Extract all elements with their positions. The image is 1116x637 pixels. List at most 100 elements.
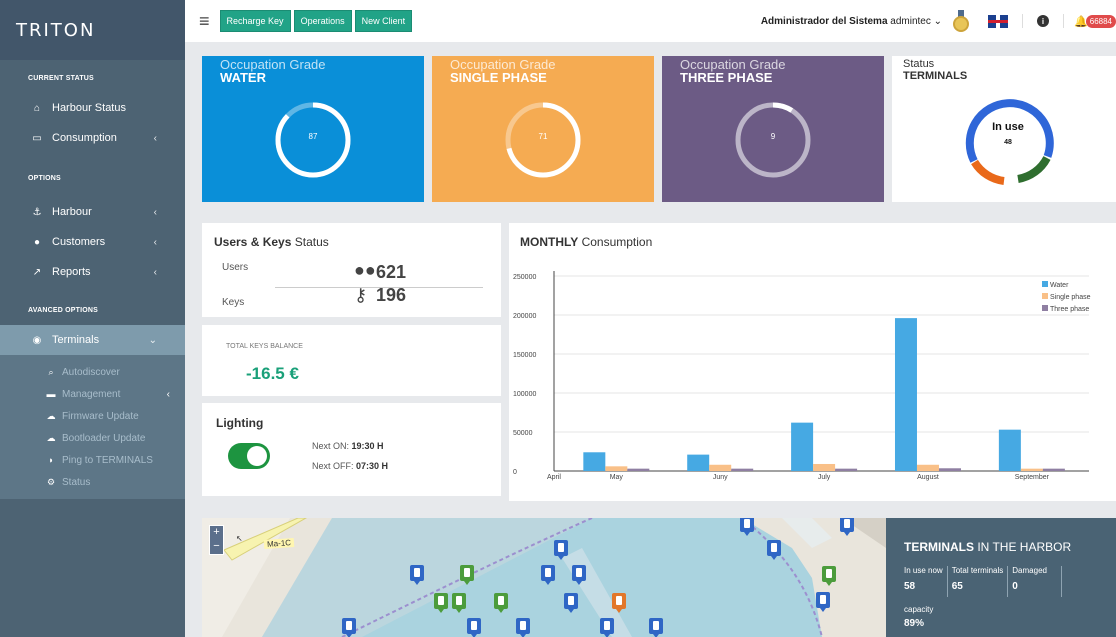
terminal-pin[interactable] [649,618,663,637]
user-area: Administrador del Sistema admintec ⌄ i 🔔… [761,10,1116,32]
terminals-status-donut: In use 48 [965,99,1054,185]
lighting-toggle[interactable] [228,443,270,469]
bar-single-phase [813,463,836,471]
terminal-pin[interactable] [600,618,614,637]
bar-three-phase [938,468,961,471]
legend-label: Three phase [1050,306,1089,313]
terminal-pin[interactable] [740,518,754,536]
next-off: Next OFF: 07:30 H [312,461,389,471]
admin-user: admintec [890,15,931,27]
tile-value: 71 [538,132,548,141]
tile-label: Status [903,58,935,70]
submenu-item-firmware-update[interactable]: ☁ Firmware Update [0,405,185,427]
x-tick-label: August [917,474,939,481]
tile-name: WATER [220,70,266,85]
bar-single-phase [605,466,628,471]
sidebar-item-label: Customers [52,236,106,248]
sidebar: TRITON CURRENT STATUS ⌂ Harbour Status ▭… [0,0,185,637]
harbor-map[interactable]: + − ↖ Ma-1C [202,518,886,637]
briefcase-icon: ▬ [46,389,56,399]
terminal-pin[interactable] [460,565,474,585]
terminal-pin[interactable] [410,565,424,585]
tile-name: TERMINALS [903,70,968,82]
terminals-in-harbor-panel: TERMINALS IN THE HARBOR In use now 58 To… [886,518,1116,637]
monthly-consumption-chart: 0 50000 100000 150000 200000 250000 April May Ju… [513,271,1091,481]
cloud-upload-icon: ☁ [46,432,56,443]
legend-label: Single phase [1050,294,1091,301]
users-value: 621 [376,262,407,282]
submenu-item-status[interactable]: ⚙ Status [0,471,185,493]
terminal-pin[interactable] [452,593,466,613]
terminal-pin[interactable] [572,565,586,585]
tile-name: SINGLE PHASE [450,70,547,85]
terminal-pin[interactable] [541,565,555,585]
terminal-pin[interactable] [816,592,830,612]
sidebar-item-customers[interactable]: ● Customers ‹ [0,227,185,257]
anchor-icon: ⚓ [32,206,42,218]
stat-capacity: capacity 89% [904,605,934,629]
hamburger-menu-icon[interactable]: ≡ [199,12,210,30]
info-icon[interactable]: i [1037,15,1050,27]
y-tick-label: 150000 [513,352,536,359]
section-current-status: CURRENT STATUS [28,74,94,82]
submenu-item-bootloader-update[interactable]: ☁ Bootloader Update [0,427,185,449]
zoom-control: + − [209,525,224,555]
harbor-stats: In use now 58 Total terminals 65 Damaged… [904,566,1062,597]
submenu-item-autodiscover[interactable]: ⌕ Autodiscover [0,361,185,383]
submenu-item-label: Firmware Update [62,410,139,422]
legend-label: Water [1050,282,1069,289]
terminal-pin[interactable] [554,540,568,560]
bar-water [894,318,917,471]
recharge-key-button[interactable]: Recharge Key [219,10,291,32]
zoom-in-button[interactable]: + [210,526,223,540]
new-client-button[interactable]: New Client [354,10,413,32]
submenu-item-management[interactable]: ▬ Management ‹ [0,383,185,405]
legend-swatch [1042,293,1048,299]
x-tick-label: May [610,474,624,481]
sidebar-item-consumption[interactable]: ▭ Consumption ‹ [0,123,185,153]
terminal-pin[interactable] [342,618,356,637]
x-tick-label: July [818,474,831,481]
terminal-pin[interactable] [822,566,836,586]
monthly-consumption-panel: MONTHLY Consumption 0 50000 100000 150000 20… [509,223,1116,501]
panel-title: Users & Keys Status [214,235,329,249]
zoom-out-button[interactable]: − [210,540,223,554]
notification-badge[interactable]: 66884 [1085,14,1116,28]
submenu-item-ping[interactable]: ◗ Ping to TERMINALS [0,449,185,471]
user-menu[interactable]: Administrador del Sistema admintec ⌄ [761,16,942,27]
terminal-pin[interactable] [840,518,854,536]
admin-name: Administrador del Sistema [760,15,888,27]
chevron-left-icon: ‹ [153,266,157,278]
operations-button[interactable]: Operations [293,10,352,32]
bar-single-phase [916,464,939,471]
users-label: Users [222,262,249,273]
balance-value: -16.5 € [246,364,299,383]
users-icon: ● [33,236,41,248]
terminal-pin[interactable] [434,593,448,613]
terminal-pin[interactable] [516,618,530,637]
bar-three-phase [627,468,650,471]
search-icon: ⌕ [48,366,54,377]
terminal-pin[interactable] [494,593,508,613]
terminal-pin[interactable] [467,618,481,637]
balance-label: TOTAL KEYS BALANCE [226,343,303,350]
medal-icon[interactable] [952,10,970,32]
sidebar-item-reports[interactable]: ↗ Reports ‹ [0,257,185,287]
sidebar-item-label: Consumption [52,132,117,144]
sidebar-item-terminals[interactable]: ◉ Terminals ⌄ [0,325,185,355]
terminal-pin[interactable] [564,593,578,613]
brand-logo[interactable]: TRITON [0,0,185,60]
keys-row: Keys ⚷ 196 [222,285,484,308]
terminal-pin-warning[interactable] [612,593,626,613]
sidebar-item-harbour-status[interactable]: ⌂ Harbour Status [0,93,185,123]
terminal-pin[interactable] [767,540,781,560]
bar-three-phase [835,468,858,471]
status-center-label: In use [992,121,1024,133]
uk-flag-icon[interactable] [988,14,1009,28]
stat-total: Total terminals 65 [948,566,1009,597]
sidebar-item-harbour[interactable]: ⚓ Harbour ‹ [0,197,185,227]
single-phase-occupation-tile: Occupation Grade SINGLE PHASE 71 [432,56,654,202]
sidebar-item-label: Terminals [52,334,100,346]
terminals-submenu: ⌕ Autodiscover ▬ Management ‹ ☁ Firmware… [0,355,185,499]
y-tick-label: 200000 [513,313,536,320]
